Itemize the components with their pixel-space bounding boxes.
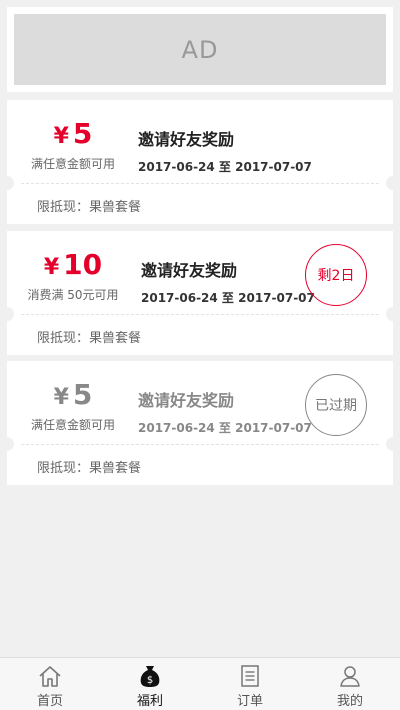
- coupon-notch: [0, 176, 14, 190]
- currency-symbol: ¥: [53, 385, 69, 410]
- ad-label: AD: [14, 14, 386, 85]
- coupon-card[interactable]: ¥5 满任意金额可用 邀请好友奖励 2017-06-24 至 2017-07-0…: [0, 100, 400, 224]
- coupon-limit: 限抵现：果兽套餐: [37, 461, 142, 476]
- coupon-card[interactable]: ¥10 消费满 50元可用 邀请好友奖励 2017-06-24 至 2017-0…: [0, 231, 400, 355]
- coupon-divider: [21, 314, 379, 315]
- coupon-title: 邀请好友奖励: [138, 130, 235, 149]
- coupon-date-range: 2017-06-24 至 2017-07-07: [138, 421, 312, 435]
- money-bag-icon: $: [140, 666, 160, 687]
- coupon-date-range: 2017-06-24 至 2017-07-07: [141, 291, 315, 305]
- tab-label: 我的: [336, 694, 363, 709]
- coupon-amount-block: ¥10 消费满 50元可用: [7, 249, 139, 303]
- coupon-amount: ¥10: [7, 249, 139, 285]
- coupon-condition: 满任意金额可用: [30, 157, 115, 171]
- coupon-title: 邀请好友奖励: [141, 261, 238, 280]
- tab-welfare[interactable]: $ 福利: [100, 658, 200, 710]
- coupon-notch: [386, 437, 400, 451]
- coupon-date-range: 2017-06-24 至 2017-07-07: [138, 160, 312, 174]
- currency-symbol: ¥: [53, 124, 69, 149]
- svg-text:$: $: [147, 675, 153, 686]
- tab-label: 福利: [136, 694, 163, 709]
- coupon-info: 邀请好友奖励 2017-06-24 至 2017-07-07: [138, 387, 312, 436]
- coupon-notch: [386, 307, 400, 321]
- coupon-amount-block: ¥5 满任意金额可用: [7, 379, 139, 433]
- days-left-badge: 剩2日: [305, 244, 367, 306]
- amount-value: 10: [63, 248, 103, 281]
- order-list-icon: [241, 665, 259, 687]
- ad-banner[interactable]: AD: [7, 7, 393, 92]
- currency-symbol: ¥: [43, 255, 60, 280]
- coupon-info: 邀请好友奖励 2017-06-24 至 2017-07-07: [141, 257, 315, 306]
- coupon-condition: 消费满 50元可用: [27, 288, 119, 302]
- coupon-amount-block: ¥5 满任意金额可用: [7, 118, 139, 172]
- coupon-divider: [21, 183, 379, 184]
- coupon-notch: [0, 437, 14, 451]
- tab-me[interactable]: 我的: [300, 658, 400, 710]
- tab-label: 订单: [236, 694, 263, 709]
- coupon-limit: 限抵现：果兽套餐: [37, 331, 142, 346]
- coupon-divider: [21, 444, 379, 445]
- tab-label: 首页: [36, 694, 63, 709]
- coupon-notch: [386, 176, 400, 190]
- tab-orders[interactable]: 订单: [200, 658, 300, 710]
- coupon-limit: 限抵现：果兽套餐: [37, 200, 142, 215]
- amount-value: 5: [72, 378, 93, 411]
- amount-value: 5: [72, 117, 93, 150]
- home-icon: [39, 666, 61, 687]
- expired-badge: 已过期: [305, 374, 367, 436]
- bottom-tab-bar: 首页 $ 福利 订单 我的: [0, 657, 400, 710]
- coupon-card-expired[interactable]: ¥5 满任意金额可用 邀请好友奖励 2017-06-24 至 2017-07-0…: [0, 361, 400, 485]
- coupon-title: 邀请好友奖励: [138, 391, 235, 410]
- coupon-amount: ¥5: [7, 379, 139, 415]
- coupon-notch: [0, 307, 14, 321]
- coupon-info: 邀请好友奖励 2017-06-24 至 2017-07-07: [138, 126, 312, 175]
- coupon-amount: ¥5: [7, 118, 139, 154]
- user-icon: [340, 666, 360, 687]
- tab-home[interactable]: 首页: [0, 658, 100, 710]
- coupon-condition: 满任意金额可用: [30, 418, 115, 432]
